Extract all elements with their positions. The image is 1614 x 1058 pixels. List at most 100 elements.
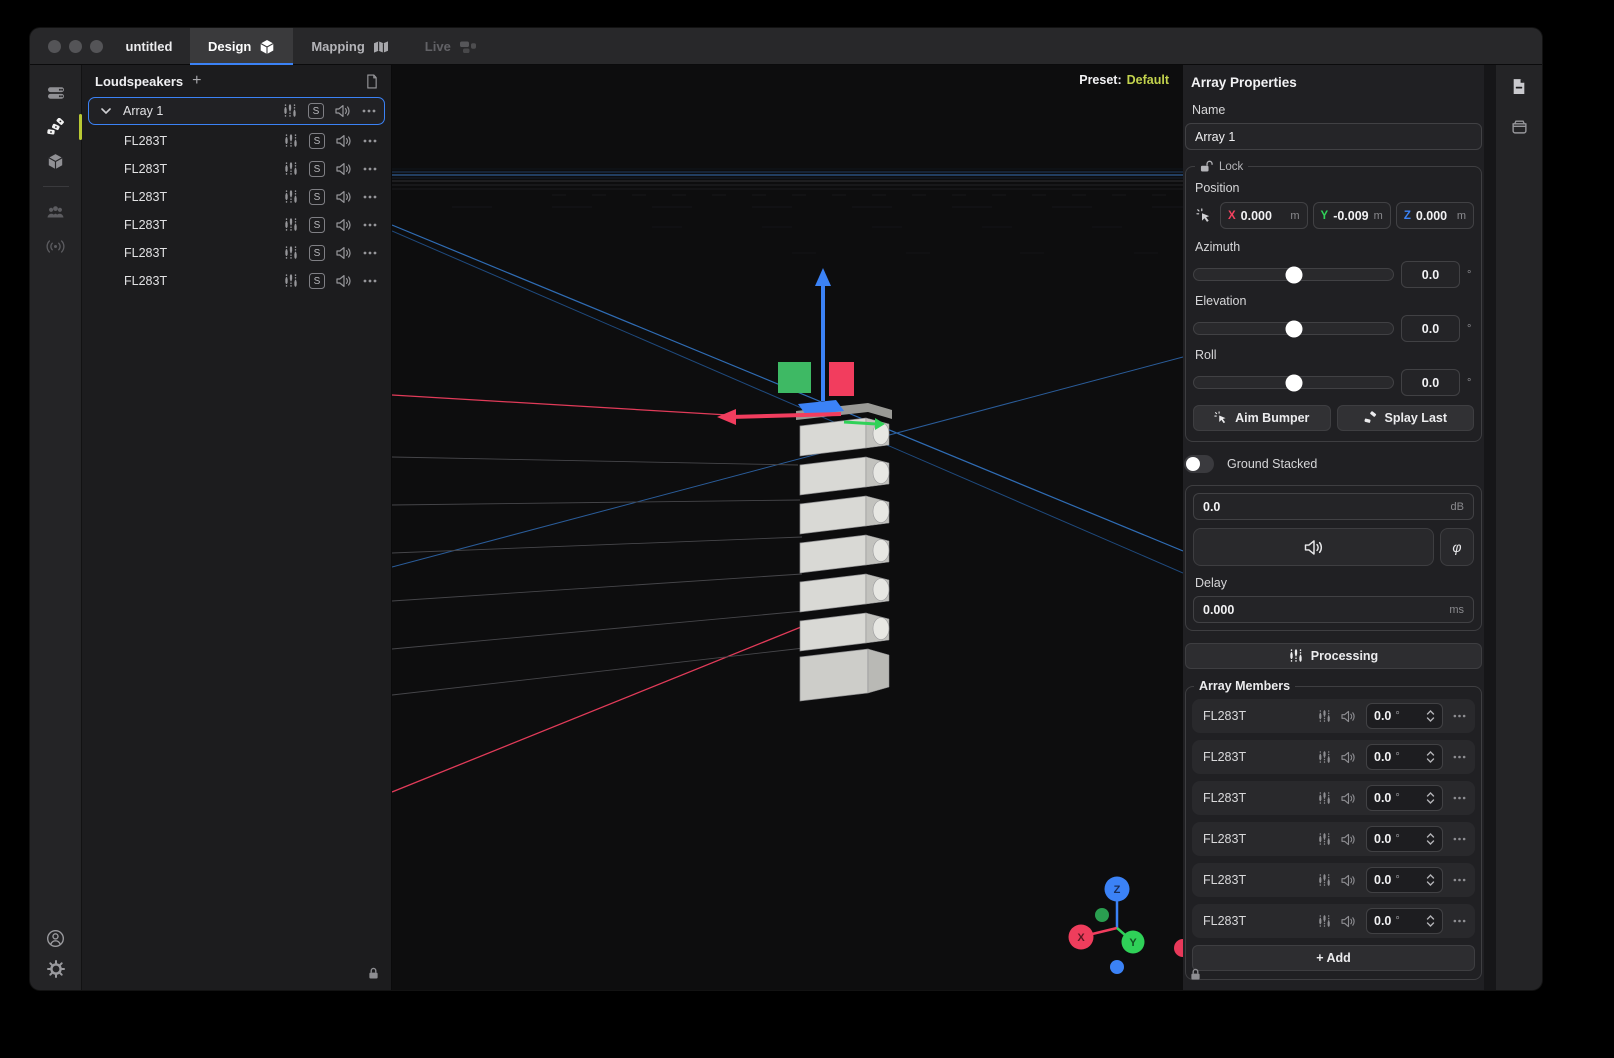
processing-sliders-icon[interactable]: [1318, 751, 1331, 764]
processing-sliders-icon[interactable]: [1318, 833, 1331, 846]
archive-icon[interactable]: [1504, 113, 1534, 139]
stepper-chevrons-icon[interactable]: [1426, 709, 1435, 723]
splay-angle-stepper[interactable]: 0.0°: [1366, 744, 1443, 770]
y-axis-handle[interactable]: [844, 422, 876, 424]
processing-sliders-icon[interactable]: [284, 246, 298, 260]
processing-sliders-icon[interactable]: [284, 218, 298, 232]
solo-button[interactable]: S: [309, 133, 325, 149]
stepper-chevrons-icon[interactable]: [1426, 791, 1435, 805]
stepper-chevrons-icon[interactable]: [1426, 750, 1435, 764]
azimuth-value[interactable]: 0.0: [1401, 261, 1460, 288]
processing-sliders-icon[interactable]: [1318, 915, 1331, 928]
close-button[interactable]: [48, 40, 61, 53]
more-options-icon[interactable]: [1453, 755, 1466, 759]
speaker-mute-icon[interactable]: [336, 218, 352, 232]
minimize-button[interactable]: [69, 40, 82, 53]
add-member-button[interactable]: + Add: [1192, 945, 1475, 971]
loudspeaker-row[interactable]: FL283T S: [88, 212, 385, 238]
name-field[interactable]: [1185, 123, 1482, 150]
aim-bumper-button[interactable]: Aim Bumper: [1193, 405, 1331, 431]
loudspeaker-row[interactable]: FL283T S: [88, 184, 385, 210]
name-input[interactable]: [1195, 130, 1472, 144]
add-loudspeaker-button[interactable]: +: [192, 73, 201, 89]
solo-button[interactable]: S: [309, 273, 325, 289]
loudspeaker-row[interactable]: FL283T S: [88, 268, 385, 294]
splay-last-button[interactable]: Splay Last: [1337, 405, 1475, 431]
stepper-chevrons-icon[interactable]: [1426, 832, 1435, 846]
loudspeaker-array-icon[interactable]: [30, 112, 82, 142]
splay-angle-stepper[interactable]: 0.0°: [1366, 826, 1443, 852]
elevation-slider-knob[interactable]: [1285, 320, 1302, 337]
solo-button[interactable]: S: [309, 217, 325, 233]
member-row[interactable]: FL283T 0.0°: [1192, 699, 1475, 733]
member-row[interactable]: FL283T 0.0°: [1192, 781, 1475, 815]
speaker-mute-icon[interactable]: [1341, 792, 1356, 805]
speaker-mute-icon[interactable]: [1341, 710, 1356, 723]
stepper-chevrons-icon[interactable]: [1426, 914, 1435, 928]
speaker-mute-icon[interactable]: [335, 104, 351, 118]
preset-indicator[interactable]: Preset:Default: [1070, 73, 1169, 87]
processing-sliders-icon[interactable]: [283, 104, 297, 118]
speaker-mute-icon[interactable]: [336, 190, 352, 204]
speaker-mute-icon[interactable]: [336, 134, 352, 148]
position-x-field[interactable]: X 0.000 m: [1220, 202, 1308, 229]
scene-canvas[interactable]: Z X Y: [392, 65, 1183, 990]
amplifiers-icon[interactable]: [30, 78, 82, 108]
solo-button[interactable]: S: [308, 103, 324, 119]
roll-slider[interactable]: [1193, 376, 1394, 389]
speaker-mute-icon[interactable]: [336, 162, 352, 176]
tab-mapping[interactable]: Mapping: [293, 28, 406, 65]
phase-invert-button[interactable]: φ: [1440, 528, 1474, 566]
processing-sliders-icon[interactable]: [1318, 792, 1331, 805]
speaker-mute-icon[interactable]: [1341, 915, 1356, 928]
stepper-chevrons-icon[interactable]: [1426, 873, 1435, 887]
elevation-value[interactable]: 0.0: [1401, 315, 1460, 342]
processing-sliders-icon[interactable]: [284, 274, 298, 288]
position-z-field[interactable]: Z 0.000 m: [1396, 202, 1474, 229]
more-options-icon[interactable]: [1453, 919, 1466, 923]
more-options-icon[interactable]: [363, 167, 377, 171]
more-options-icon[interactable]: [363, 251, 377, 255]
handle-green[interactable]: [778, 362, 811, 393]
elevation-slider[interactable]: [1193, 322, 1394, 335]
handle-red[interactable]: [829, 362, 854, 396]
processing-sliders-icon[interactable]: [1318, 710, 1331, 723]
member-row[interactable]: FL283T 0.0°: [1192, 904, 1475, 938]
loudspeaker-row[interactable]: FL283T S: [88, 240, 385, 266]
toggle-knob[interactable]: [1186, 457, 1200, 471]
more-options-icon[interactable]: [1453, 714, 1466, 718]
pick-position-icon[interactable]: [1193, 208, 1215, 224]
orientation-gizmo[interactable]: Z X Y: [1069, 877, 1184, 975]
tab-live[interactable]: Live: [407, 28, 495, 65]
azimuth-slider[interactable]: [1193, 268, 1394, 281]
azimuth-slider-knob[interactable]: [1285, 266, 1302, 283]
more-options-icon[interactable]: [1453, 837, 1466, 841]
cube-tool-icon[interactable]: [30, 146, 82, 176]
splay-angle-stepper[interactable]: 0.0°: [1366, 908, 1443, 934]
array-row[interactable]: Array 1 S: [88, 97, 385, 125]
processing-sliders-icon[interactable]: [284, 190, 298, 204]
delay-field[interactable]: 0.000 ms: [1193, 596, 1474, 623]
more-options-icon[interactable]: [363, 279, 377, 283]
position-y-field[interactable]: Y -0.009 m: [1313, 202, 1391, 229]
account-icon[interactable]: [46, 929, 65, 948]
unlock-icon[interactable]: [1200, 160, 1213, 173]
audience-icon[interactable]: [30, 197, 82, 227]
splay-angle-stepper[interactable]: 0.0°: [1366, 785, 1443, 811]
more-options-icon[interactable]: [1453, 796, 1466, 800]
speaker-mute-icon[interactable]: [336, 246, 352, 260]
document-icon[interactable]: [1504, 73, 1534, 99]
processing-sliders-icon[interactable]: [1318, 874, 1331, 887]
solo-button[interactable]: S: [309, 161, 325, 177]
ground-stacked-toggle[interactable]: [1184, 455, 1214, 473]
loudspeaker-row[interactable]: FL283T S: [88, 156, 385, 182]
member-row[interactable]: FL283T 0.0°: [1192, 863, 1475, 897]
splay-angle-stepper[interactable]: 0.0°: [1366, 703, 1443, 729]
speaker-mute-icon[interactable]: [1341, 833, 1356, 846]
viewport-3d[interactable]: Z X Y Preset:Default: [392, 65, 1183, 990]
broadcast-icon[interactable]: [30, 231, 82, 261]
mute-button[interactable]: [1193, 528, 1434, 566]
document-icon[interactable]: [366, 74, 378, 89]
more-options-icon[interactable]: [1453, 878, 1466, 882]
processing-sliders-icon[interactable]: [284, 134, 298, 148]
